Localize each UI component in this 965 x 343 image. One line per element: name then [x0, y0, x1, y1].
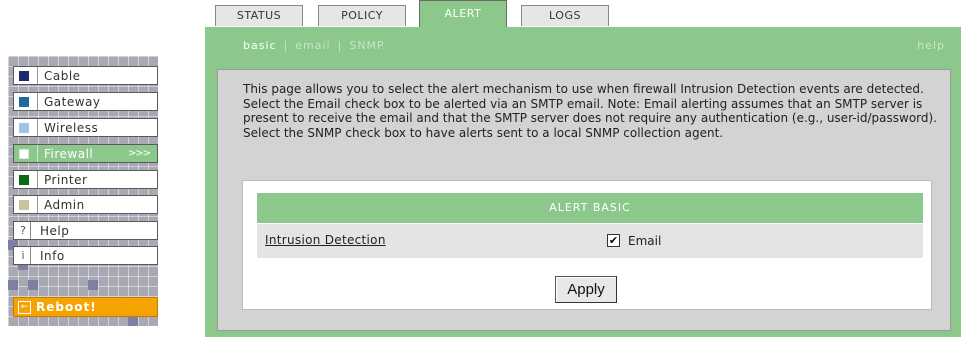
divider — [37, 171, 38, 188]
apply-button[interactable]: Apply — [555, 276, 617, 303]
printer-icon — [19, 174, 29, 185]
sidebar-item-help[interactable]: ? Help — [13, 221, 158, 240]
tab-status[interactable]: STATUS — [215, 5, 303, 26]
sidebar-item-label: Firewall — [44, 146, 94, 161]
subnav: basic | email | SNMP — [243, 39, 385, 52]
divider: | — [283, 39, 289, 52]
sidebar-item-label: Printer — [44, 172, 88, 187]
arrow-left-icon: ← — [18, 300, 31, 314]
subnav-snmp[interactable]: SNMP — [349, 39, 384, 52]
help-link[interactable]: help — [917, 39, 945, 52]
email-checkbox[interactable]: ✔ — [607, 234, 620, 247]
decor-square — [8, 280, 18, 290]
sidebar-item-gateway[interactable]: Gateway — [13, 92, 158, 111]
subnav-email[interactable]: email — [295, 39, 330, 52]
sidebar-item-cable[interactable]: Cable — [13, 66, 158, 85]
sidebar-item-label: Cable — [44, 68, 81, 83]
email-checkbox-label: Email — [628, 234, 662, 248]
sidebar-item-firewall[interactable]: Firewall >>> — [13, 144, 158, 163]
main-panel: basic | email | SNMP help This page allows y… — [205, 27, 961, 337]
reboot-button[interactable]: ← Reboot! — [13, 297, 158, 317]
admin-icon — [19, 199, 29, 210]
divider — [37, 196, 38, 213]
sidebar-item-admin[interactable]: Admin — [13, 195, 158, 214]
chevron-right-icon: >>> — [127, 148, 151, 159]
reboot-label: Reboot! — [36, 300, 97, 314]
section-header: ALERT BASIC — [257, 193, 923, 223]
table-row: Intrusion Detection ✔ Email — [257, 224, 923, 258]
divider: | — [337, 39, 343, 52]
intrusion-detection-label[interactable]: Intrusion Detection — [265, 233, 386, 247]
divider — [37, 119, 38, 136]
divider — [37, 145, 38, 162]
tab-policy[interactable]: POLICY — [318, 5, 406, 26]
wireless-icon — [19, 122, 29, 133]
info-icon: i — [16, 247, 31, 264]
page-description: This page allows you to select the alert… — [243, 82, 938, 140]
firewall-icon — [19, 148, 29, 159]
cable-icon — [19, 70, 29, 81]
divider — [37, 93, 38, 110]
decor-square — [88, 280, 98, 290]
content-area: This page allows you to select the alert… — [217, 69, 951, 331]
decor-square — [128, 316, 138, 326]
tab-logs[interactable]: LOGS — [521, 5, 609, 26]
gateway-icon — [19, 96, 29, 107]
subnav-basic[interactable]: basic — [243, 39, 277, 52]
alert-basic-box: ALERT BASIC Intrusion Detection ✔ Email … — [242, 180, 932, 310]
sidebar-item-info[interactable]: i Info — [13, 246, 158, 265]
sidebar-item-printer[interactable]: Printer — [13, 170, 158, 189]
tab-alert[interactable]: ALERT — [419, 0, 507, 28]
help-icon: ? — [16, 222, 31, 239]
sidebar-item-label: Wireless — [44, 120, 99, 135]
sidebar-item-label: Gateway — [44, 94, 101, 109]
sidebar-nav: Cable Gateway Wireless Firewall >>> Prin… — [8, 56, 158, 326]
sidebar-item-wireless[interactable]: Wireless — [13, 118, 158, 137]
sidebar-item-label: Help — [40, 223, 70, 238]
decor-square — [28, 280, 38, 290]
divider — [37, 67, 38, 84]
sidebar-item-label: Info — [40, 248, 65, 263]
sidebar-item-label: Admin — [44, 197, 85, 212]
